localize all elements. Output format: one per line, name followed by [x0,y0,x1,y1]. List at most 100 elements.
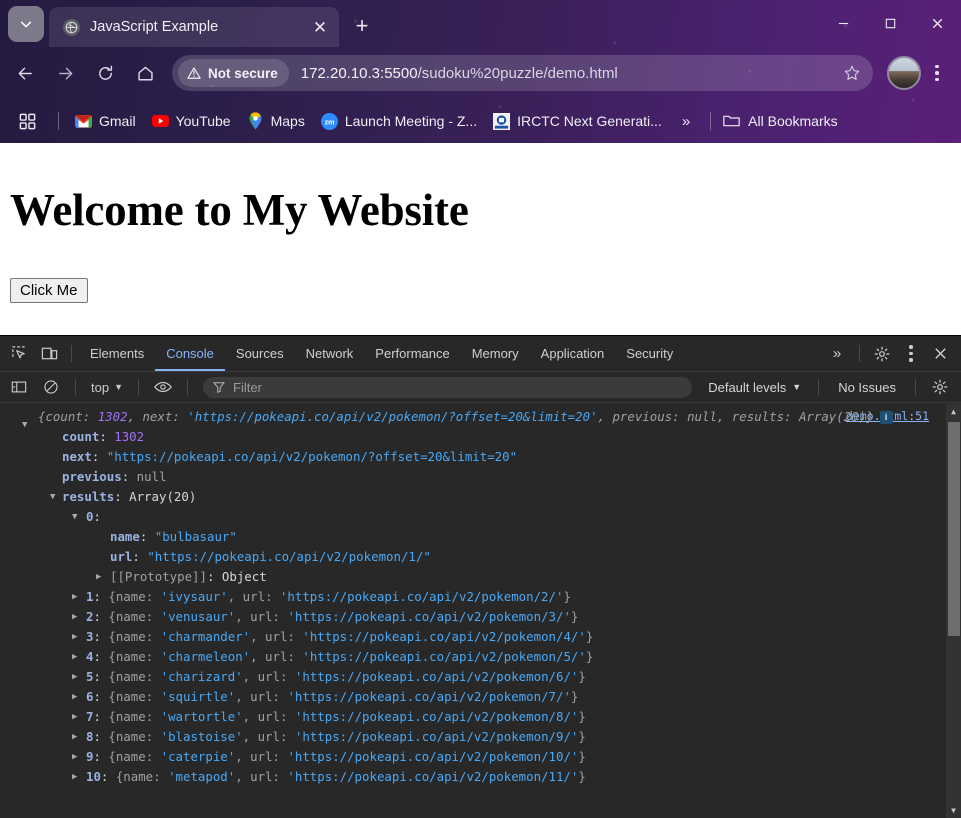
forward-button[interactable] [46,54,84,92]
row-url: 'https://pokeapi.co/api/v2/pokemon/6/' [294,669,579,684]
bookmark-star-button[interactable] [835,56,869,90]
tab-title: JavaScript Example [90,19,219,35]
folder-icon [723,113,740,130]
log-levels-select[interactable]: Default levels ▼ [700,380,809,395]
bookmark-zoom[interactable]: zm Launch Meeting - Z... [313,107,485,135]
row-prefix: {name: [108,689,161,704]
expand-toggle-root[interactable] [22,415,33,435]
property-key: name [110,529,140,544]
devtools-settings-button[interactable] [867,339,897,369]
tab-sources[interactable]: Sources [225,336,295,371]
kebab-dot [909,345,913,349]
console-settings-button[interactable] [925,372,955,402]
tab-performance[interactable]: Performance [364,336,460,371]
expand-toggle-index[interactable] [72,647,83,667]
console-scrollbar[interactable]: ▲ ▼ [946,404,961,818]
expand-toggle-index[interactable] [72,707,83,727]
tab-close-button[interactable]: ✕ [309,16,331,38]
expand-toggle-results[interactable] [50,487,61,507]
devtools-menu-button[interactable] [897,341,925,367]
array-index-row-0: 0: [0,507,961,527]
row-suffix: } [578,729,586,744]
scroll-up-arrow[interactable]: ▲ [946,404,961,419]
array-rows-container: 1: {name: 'ivysaur', url: 'https://pokea… [0,587,961,787]
preview-next-key: next [142,409,173,424]
tab-elements[interactable]: Elements [79,336,155,371]
expand-toggle-index[interactable] [72,747,83,767]
row-name: 'caterpie' [160,749,236,764]
array-index: 5 [86,669,94,684]
row-prefix: {name: [108,649,161,664]
scrollbar-thumb[interactable] [948,422,960,636]
tab-search-button[interactable] [8,6,44,42]
property-key: count [62,429,100,444]
expand-toggle-index[interactable] [72,687,83,707]
bookmark-label: Launch Meeting - Z... [344,113,478,129]
maximize-button[interactable] [867,0,914,46]
navigation-toolbar: Not secure 172.20.10.3:5500/sudoku%20puz… [0,47,961,99]
tabbar-divider [859,345,860,362]
expand-toggle-index[interactable] [72,727,83,747]
home-button[interactable] [126,54,164,92]
tab-network[interactable]: Network [295,336,365,371]
apps-grid-button[interactable] [12,106,42,136]
url-host: 172.20.10.3:5500 [300,64,418,82]
row-url: 'https://pokeapi.co/api/v2/pokemon/9/' [294,729,579,744]
site-security-badge[interactable]: Not secure [178,59,289,87]
reload-button[interactable] [86,54,124,92]
property-key: next [62,449,92,464]
info-badge[interactable]: i [879,411,893,424]
new-tab-button[interactable]: + [347,11,377,41]
bookmark-maps[interactable]: Maps [239,107,313,135]
bookmark-irctc[interactable]: IRCTC Next Generati... [485,107,670,135]
expand-toggle-index[interactable] [72,667,83,687]
security-label: Not secure [208,65,278,81]
scroll-down-arrow[interactable]: ▼ [946,803,961,818]
array-index-row: 4: {name: 'charmeleon', url: 'https://po… [0,647,961,667]
inspect-element-button[interactable] [4,339,34,369]
execution-context-select[interactable]: top ▼ [85,376,129,398]
live-expression-button[interactable] [148,372,178,402]
row-mid: , url: [242,669,295,684]
close-window-button[interactable] [914,0,961,46]
bookmark-label: Gmail [99,113,136,129]
bookmarks-overflow-button[interactable]: » [670,113,702,130]
console-output[interactable]: demo.html:51 {count: 1302, next: 'https:… [0,404,961,818]
console-sidebar-button[interactable] [4,372,34,402]
array-index-row: 7: {name: 'wartortle', url: 'https://pok… [0,707,961,727]
expand-toggle-index[interactable] [72,607,83,627]
expand-toggle-index[interactable] [72,587,83,607]
expand-toggle-index[interactable] [72,627,83,647]
more-tabs-button[interactable]: » [822,339,852,369]
chrome-menu-button[interactable] [923,55,951,91]
array-index-row: 6: {name: 'squirtle', url: 'https://poke… [0,687,961,707]
preview-count-key: count [45,409,83,424]
click-me-button[interactable]: Click Me [10,278,88,303]
issues-button[interactable]: No Issues [828,380,906,395]
console-filter-input[interactable]: Filter [203,376,693,398]
clear-console-button[interactable] [36,372,66,402]
row-prefix: {name: [108,589,161,604]
expand-toggle-prototype[interactable] [96,567,107,587]
devtools-tabbar: Elements Console Sources Network Perform… [0,336,961,372]
tab-console[interactable]: Console [155,336,225,371]
array-index-row: 3: {name: 'charmander', url: 'https://po… [0,627,961,647]
expand-toggle-index-0[interactable] [72,507,83,527]
expand-toggle-index[interactable] [72,767,83,787]
address-bar[interactable]: Not secure 172.20.10.3:5500/sudoku%20puz… [172,55,873,91]
tab-memory[interactable]: Memory [461,336,530,371]
tab-application[interactable]: Application [530,336,616,371]
tab-security[interactable]: Security [615,336,684,371]
browser-tab-active[interactable]: JavaScript Example ✕ [49,7,339,47]
device-toolbar-button[interactable] [34,339,64,369]
clear-console-icon [44,380,58,394]
bookmark-gmail[interactable]: Gmail [67,107,144,135]
toolbar-divider [915,378,916,396]
bookmark-youtube[interactable]: YouTube [144,107,239,135]
minimize-button[interactable] [820,0,867,46]
back-button[interactable] [6,54,44,92]
array-index: 8 [86,729,94,744]
profile-avatar[interactable] [887,56,921,90]
all-bookmarks-button[interactable]: All Bookmarks [723,113,838,130]
devtools-close-button[interactable] [925,339,955,369]
